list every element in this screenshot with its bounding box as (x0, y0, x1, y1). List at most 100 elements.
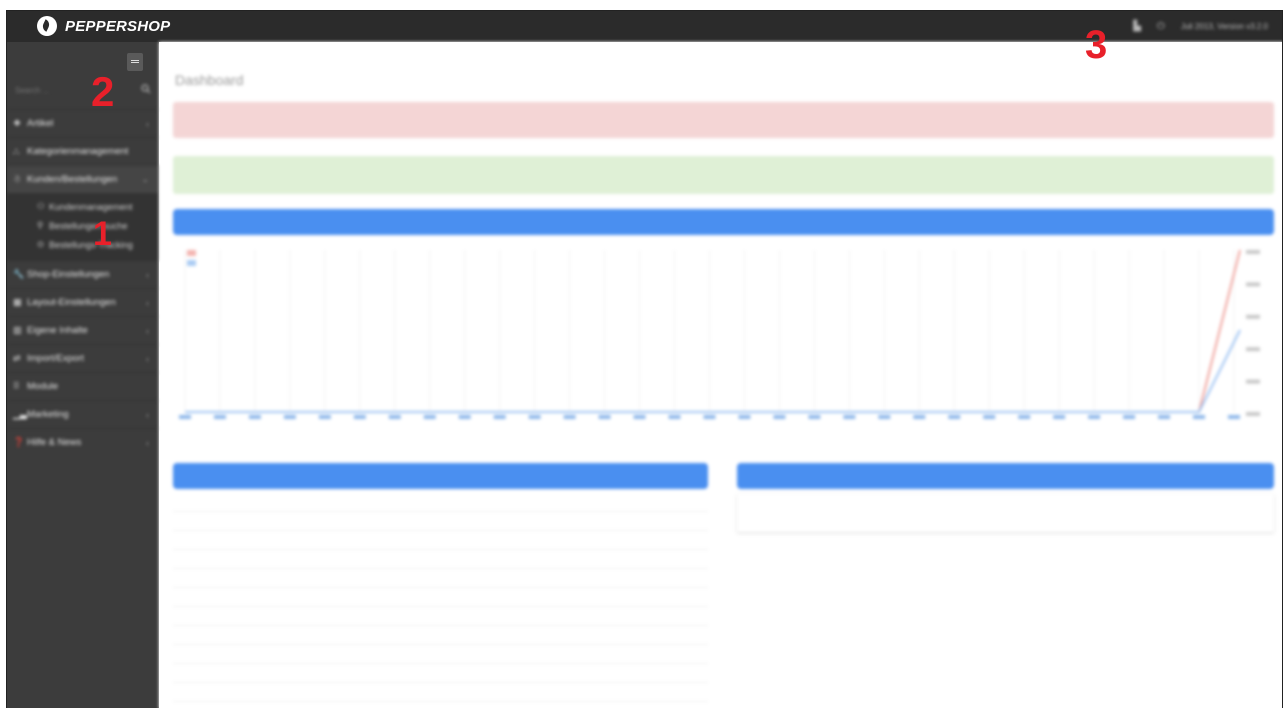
submenu-item[interactable]: ⚲ Bestellungen suche (7, 216, 159, 235)
x-tick-label (1018, 415, 1031, 419)
x-tick-label (528, 415, 541, 419)
y-tick-label (1246, 379, 1260, 384)
chevron-left-icon: ‹ (146, 437, 149, 448)
x-tick-label (633, 415, 646, 419)
x-tick-label (423, 415, 436, 419)
y-tick-label (1246, 314, 1260, 319)
x-tick-label (283, 415, 296, 419)
x-tick-label (458, 415, 471, 419)
x-tick-label (808, 415, 821, 419)
x-tick-label (878, 415, 891, 419)
x-tick-label (598, 415, 611, 419)
search-icon[interactable] (141, 84, 151, 94)
alert-success-link[interactable] (1248, 174, 1250, 181)
x-tick-label (318, 415, 331, 419)
power-icon[interactable]: ⏻ (1157, 21, 1165, 32)
main-content: Dashboard (159, 42, 1282, 708)
x-tick-label (703, 415, 716, 419)
sidebar-item-shop-einstellungen[interactable]: 🔧 Shop-Einstellungen ‹ (7, 260, 159, 288)
annotation-1: 1 (93, 215, 112, 253)
table-row[interactable] (173, 568, 708, 588)
tracking-icon: ⊙ (37, 239, 45, 249)
x-tick-label (983, 415, 996, 419)
sidebar-item-artikel[interactable]: ❖ Artikel ‹ (7, 109, 159, 137)
sidebar-item-marketing[interactable]: ▁▃ Marketing ‹ (7, 400, 159, 428)
sitemap-icon: ⛬ (13, 146, 20, 156)
alert-error-text (183, 118, 1264, 125)
y-tick-label (1246, 250, 1260, 254)
sidebar-item-import-export[interactable]: ⇄ Import/Export ‹ (7, 344, 159, 372)
page-title: Dashboard (175, 72, 244, 88)
menu-toggle-icon[interactable] (127, 53, 143, 71)
series-line-blue (185, 329, 1241, 413)
sidebar-item-eigene-inhalte[interactable]: ▥ Eigene Inhalte ‹ (7, 316, 159, 344)
y-tick-label (1246, 282, 1260, 287)
app-window: PEPPERSHOP ▙ ⏻ Juli 2013, Version v3.2.0… (6, 10, 1283, 708)
table-row[interactable] (173, 549, 708, 569)
brand-logo-link[interactable]: PEPPERSHOP (37, 16, 170, 36)
left-table (173, 492, 708, 708)
x-tick-label (213, 415, 226, 419)
table-row[interactable] (173, 644, 708, 664)
x-tick-label (738, 415, 751, 419)
chart-canvas (179, 249, 1260, 419)
table-row[interactable] (737, 513, 1274, 532)
sidebar-item-hilfe-news[interactable]: ❓ Hilfe & News ‹ (7, 428, 159, 456)
x-tick-label (1193, 415, 1206, 419)
chevron-left-icon: ‹ (146, 353, 149, 364)
x-tick-label (1088, 415, 1101, 419)
table-row[interactable] (173, 682, 708, 702)
cart-icon[interactable]: ▙ (1133, 21, 1141, 32)
sidebar-item-module[interactable]: ⠿ Module (7, 372, 159, 400)
table-row[interactable] (173, 701, 708, 708)
submenu-item-label: Bestellungen suche (49, 220, 128, 231)
sidebar-item-kunden-bestellungen[interactable]: ☃ Kunden/Bestellungen ⌄ (7, 165, 159, 193)
alert-error-title (183, 108, 1264, 115)
x-tick-label (668, 415, 681, 419)
apps-icon: ⠿ (13, 381, 20, 391)
users-icon: ☃ (13, 174, 22, 184)
table-header-row (737, 494, 1274, 513)
sidebar-item-label: Import/Export (27, 353, 85, 364)
submenu-item-label: Bestellungs-Tracking (49, 239, 133, 250)
sidebar-item-label: Layout-Einstellungen (27, 297, 116, 308)
chevron-left-icon: ‹ (146, 325, 149, 336)
search-input[interactable] (15, 82, 135, 98)
sidebar-item-label: Marketing (27, 409, 69, 420)
submenu-item[interactable]: ⚇ Kundenmanagement (7, 197, 159, 216)
y-tick-label (1246, 347, 1260, 352)
alert-success (173, 156, 1274, 194)
sidebar-item-kategorienmanagement[interactable]: ⛬ Kategorienmanagement (7, 137, 159, 165)
table-row[interactable] (173, 511, 708, 531)
search-icon: ⚲ (37, 220, 44, 230)
chevron-left-icon: ‹ (146, 409, 149, 420)
chevron-down-icon: ⌄ (141, 174, 149, 184)
x-tick-label (563, 415, 576, 419)
submenu-kunden-bestellungen: ⚇ Kundenmanagement ⚲ Bestellungen suche ⊙ Bes… (7, 193, 159, 260)
table-row[interactable] (173, 530, 708, 550)
sidebar-item-label: Hilfe & News (27, 437, 82, 448)
x-tick-label (353, 415, 366, 419)
x-tick-label (1053, 415, 1066, 419)
alert-success-title (183, 162, 1264, 169)
y-tick-label (1246, 412, 1260, 416)
x-tick-label (1158, 415, 1171, 419)
sidebar-item-layout-einstellungen[interactable]: ▦ Layout-Einstellungen ‹ (7, 288, 159, 316)
annotation-2: 2 (91, 68, 115, 115)
submenu-item-label: Kundenmanagement (49, 201, 133, 212)
sidebar-item-label: Module (27, 381, 59, 392)
right-table (737, 494, 1274, 532)
alert-success-text (183, 172, 1264, 179)
exchange-icon: ⇄ (13, 353, 21, 363)
sales-chart (173, 242, 1274, 437)
sidebar-item-label: Artikel (27, 118, 54, 129)
x-tick-label (913, 415, 926, 419)
brand-name: PEPPERSHOP (65, 17, 171, 35)
table-row[interactable] (173, 587, 708, 607)
x-tick-label (843, 415, 856, 419)
table-row[interactable] (173, 663, 708, 683)
submenu-item[interactable]: ⊙ Bestellungs-Tracking (7, 235, 159, 254)
sidebar-item-label: Kunden/Bestellungen (27, 174, 118, 185)
table-row[interactable] (173, 606, 708, 626)
table-row[interactable] (173, 625, 708, 645)
